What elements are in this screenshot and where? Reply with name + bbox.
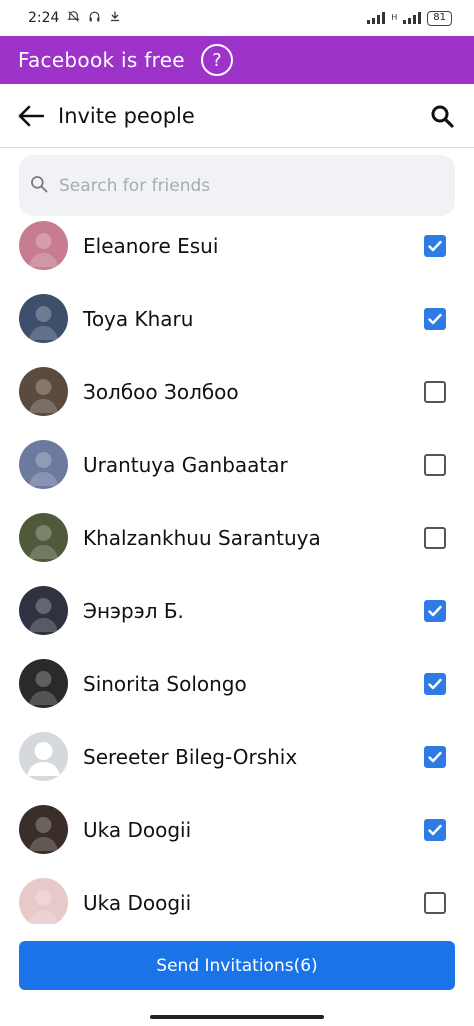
friend-name: Toya Kharu xyxy=(83,306,194,331)
checkbox-unchecked[interactable] xyxy=(424,526,446,549)
checkmark-icon xyxy=(428,824,442,835)
checkmark-icon xyxy=(428,751,442,762)
friend-row[interactable]: Uka Doogii xyxy=(0,793,474,866)
promo-text: Facebook is free xyxy=(18,48,185,72)
search-input[interactable] xyxy=(59,175,419,196)
friend-name: Энэрэл Б. xyxy=(83,598,184,623)
checkmark-icon xyxy=(428,240,442,251)
help-icon[interactable]: ? xyxy=(200,44,233,76)
checkmark-icon xyxy=(428,313,442,324)
avatar xyxy=(19,586,68,635)
avatar xyxy=(19,367,68,416)
status-bar: 2:24 H 81 xyxy=(0,0,474,36)
friend-row[interactable]: Энэрэл Б. xyxy=(0,574,474,647)
friend-name: Eleanore Esui xyxy=(83,233,219,258)
search-field-icon xyxy=(29,174,49,198)
friend-name: Khalzankhuu Sarantuya xyxy=(83,525,321,550)
headphones-icon xyxy=(88,10,101,27)
checkbox-checked[interactable] xyxy=(424,307,446,330)
friend-row[interactable]: Eleanore Esui xyxy=(0,212,474,282)
friend-row[interactable]: Uka Doogii xyxy=(0,866,474,924)
avatar xyxy=(19,294,68,343)
download-icon xyxy=(109,10,121,26)
friend-name: Urantuya Ganbaatar xyxy=(83,452,288,477)
checkbox-checked[interactable] xyxy=(424,672,446,695)
friend-row[interactable]: Toya Kharu xyxy=(0,282,474,355)
battery-icon: 81 xyxy=(427,10,452,26)
friend-row[interactable]: Urantuya Ganbaatar xyxy=(0,428,474,501)
friend-name: Uka Doogii xyxy=(83,890,192,915)
avatar xyxy=(19,221,68,270)
avatar xyxy=(19,440,68,489)
friend-name: Sereeter Bileg-Orshix xyxy=(83,744,298,769)
checkbox-checked[interactable] xyxy=(424,234,446,257)
checkbox-unchecked[interactable] xyxy=(424,380,446,403)
avatar xyxy=(19,805,68,854)
network-type-label: H xyxy=(391,13,398,22)
avatar xyxy=(19,732,68,781)
checkmark-icon xyxy=(428,678,442,689)
send-invitations-button[interactable]: Send Invitations(6) xyxy=(19,941,455,990)
checkbox-checked[interactable] xyxy=(424,818,446,841)
search-field[interactable] xyxy=(19,155,455,216)
checkbox-unchecked[interactable] xyxy=(424,891,446,914)
friend-name: Uka Doogii xyxy=(83,817,192,842)
friend-name: Золбоо Золбоо xyxy=(83,379,239,404)
checkmark-icon xyxy=(428,605,442,616)
status-time: 2:24 xyxy=(28,10,60,26)
avatar xyxy=(19,878,68,924)
signal-icon-2 xyxy=(403,12,422,24)
avatar xyxy=(19,659,68,708)
page-title: Invite people xyxy=(58,103,195,128)
avatar xyxy=(19,513,68,562)
checkbox-checked[interactable] xyxy=(424,599,446,622)
checkbox-checked[interactable] xyxy=(424,745,446,768)
free-facebook-banner: Facebook is free ? xyxy=(0,36,474,84)
signal-icon xyxy=(367,12,386,24)
back-arrow-icon[interactable] xyxy=(16,101,46,131)
status-right: H 81 xyxy=(367,10,452,26)
friend-name: Sinorita Solongo xyxy=(83,671,247,696)
alarm-off-icon xyxy=(67,10,81,27)
app-header: Invite people xyxy=(0,84,474,148)
friend-row[interactable]: Sinorita Solongo xyxy=(0,647,474,720)
friend-row[interactable]: Sereeter Bileg-Orshix xyxy=(0,720,474,793)
checkbox-unchecked[interactable] xyxy=(424,453,446,476)
friend-row[interactable]: Khalzankhuu Sarantuya xyxy=(0,501,474,574)
friend-row[interactable]: Золбоо Золбоо xyxy=(0,355,474,428)
friend-list: Eleanore Esui Toya Kharu Золбоо Золбоо Uran… xyxy=(0,212,474,924)
search-icon[interactable] xyxy=(426,100,458,132)
status-left: 2:24 xyxy=(28,10,121,27)
home-indicator[interactable] xyxy=(150,1015,324,1019)
